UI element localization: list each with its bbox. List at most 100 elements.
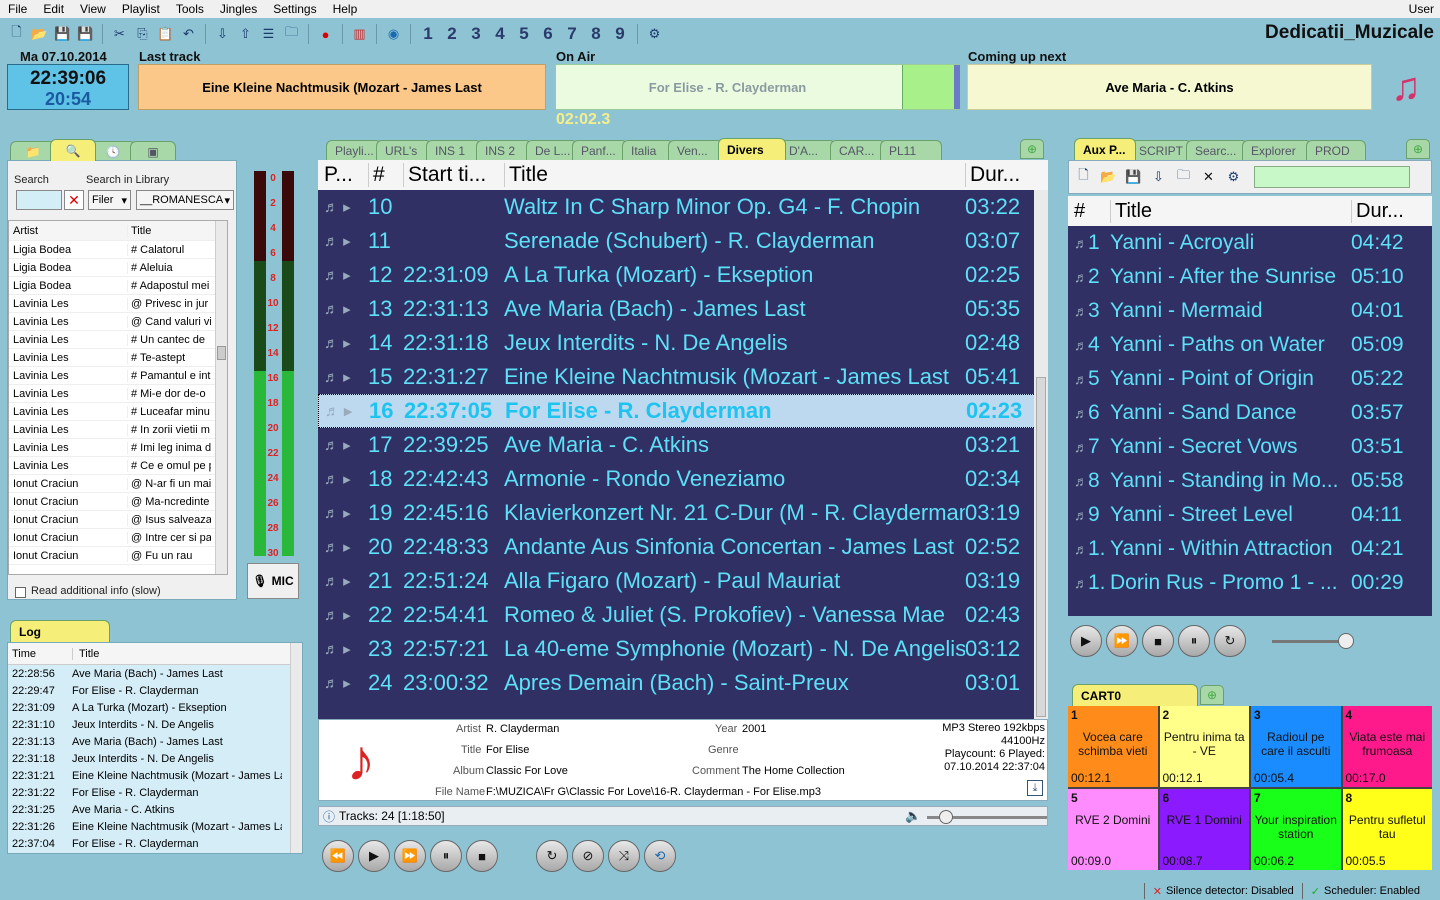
- statistics-icon[interactable]: ▥: [349, 24, 370, 44]
- preset-3-button[interactable]: 3: [465, 24, 487, 44]
- playlist-row[interactable]: ♬ ▸ 13 22:31:13 Ave Maria (Bach) - James La…: [318, 292, 1048, 326]
- playlist-row[interactable]: ♬ ▸ 11 Serenade (Schubert) - R. Clayderman…: [318, 224, 1048, 258]
- library-row[interactable]: Lavinia Les # Pamantul e int: [9, 367, 227, 385]
- download-icon[interactable]: ⤓: [1027, 780, 1043, 796]
- on-air-box[interactable]: For Elise - R. Clayderman: [555, 64, 960, 110]
- new-file-icon[interactable]: 🗋: [6, 24, 27, 44]
- clear-search-icon[interactable]: ✕: [64, 190, 84, 210]
- col-num[interactable]: #: [368, 163, 403, 187]
- playlist-tab[interactable]: INS 2: [476, 140, 532, 160]
- log-row[interactable]: 22:31:09 A La Turka (Mozart) - Ekseption: [8, 699, 302, 716]
- log-row[interactable]: 22:31:21 Eine Kleine Nachtmusik (Mozart -…: [8, 767, 302, 784]
- user-label[interactable]: User: [1409, 2, 1434, 16]
- library-row[interactable]: Ligia Bodea # Aleluia: [9, 259, 227, 277]
- playlist-tab[interactable]: CAR...: [830, 140, 886, 160]
- export-icon[interactable]: ⇧: [235, 24, 256, 44]
- col-artist[interactable]: Artist: [9, 225, 127, 237]
- library-row[interactable]: Lavinia Les # Te-astept: [9, 349, 227, 367]
- aux-tab[interactable]: Searc...: [1186, 140, 1248, 160]
- log-col-time[interactable]: Time: [8, 648, 72, 660]
- aux-row[interactable]: ♬ 4 Yanni - Paths on Water 05:09: [1068, 328, 1432, 362]
- menu-help[interactable]: Help: [325, 2, 366, 16]
- aux-row[interactable]: ♬ 3 Yanni - Mermaid 04:01: [1068, 294, 1432, 328]
- new-file-icon[interactable]: 🗋: [1073, 167, 1094, 187]
- cart-button[interactable]: 5 RVE 2 Domini 00:09.0: [1068, 789, 1158, 870]
- volume-thumb[interactable]: [939, 810, 953, 824]
- open-folder-icon[interactable]: 📂: [29, 24, 50, 44]
- add-aux-tab-icon[interactable]: ⊕: [1406, 139, 1430, 159]
- folder-add-icon[interactable]: 🗀: [281, 24, 302, 44]
- last-track-box[interactable]: Eine Kleine Nachtmusik (Mozart - James L…: [138, 64, 546, 110]
- playlist-row[interactable]: ♬ ▸ 18 22:42:43 Armonie - Rondo Veneziamo 02…: [318, 462, 1048, 496]
- aux-row[interactable]: ♬ 8 Yanni - Standing in Mo... 05:58: [1068, 464, 1432, 498]
- aux-pause-icon[interactable]: ⏸: [1178, 625, 1210, 657]
- log-scrollbar[interactable]: [290, 643, 302, 853]
- col-start-time[interactable]: Start ti...: [403, 163, 504, 187]
- playlist-tab[interactable]: D'A...: [780, 140, 836, 160]
- repeat-icon[interactable]: ↻: [536, 840, 568, 872]
- aux-row[interactable]: ♬ 1 Yanni - Acroyali 04:42: [1068, 226, 1432, 260]
- aux-col-num[interactable]: #: [1068, 200, 1110, 223]
- settings-gear-icon[interactable]: ⚙: [1223, 167, 1244, 187]
- volume-icon[interactable]: 🔈: [905, 808, 921, 824]
- save-all-icon[interactable]: 💾: [75, 24, 96, 44]
- cut-icon[interactable]: ✂: [109, 24, 130, 44]
- log-row[interactable]: 22:29:47 For Elise - R. Clayderman: [8, 682, 302, 699]
- playlist-tab[interactable]: Ven...: [668, 140, 724, 160]
- shuffle-icon[interactable]: ⤨: [608, 840, 640, 872]
- import-icon[interactable]: ⇩: [1148, 167, 1169, 187]
- menu-playlist[interactable]: Playlist: [114, 2, 168, 16]
- library-row[interactable]: Ionut Craciun @ N-ar fi un mai: [9, 475, 227, 493]
- col-title[interactable]: Title: [504, 163, 965, 187]
- log-row[interactable]: 22:28:56 Ave Maria (Bach) - James Last: [8, 665, 302, 682]
- playlist-row[interactable]: ♬ ▸ 10 Waltz In C Sharp Minor Op. G4 - F. …: [318, 190, 1048, 224]
- tab-cart-icon[interactable]: ▣: [130, 141, 176, 161]
- aux-repeat-icon[interactable]: ↻: [1214, 625, 1246, 657]
- playlist-row[interactable]: ♬ ▸ 23 22:57:21 La 40-eme Symphonie (Mozart…: [318, 632, 1048, 666]
- log-row[interactable]: 22:31:10 Jeux Interdits - N. De Angelis: [8, 716, 302, 733]
- col-duration[interactable]: Dur...: [965, 163, 1035, 187]
- library-row[interactable]: Ionut Craciun @ Isus salveaza: [9, 511, 227, 529]
- save-icon[interactable]: 💾: [52, 24, 73, 44]
- log-row[interactable]: 22:31:22 For Elise - R. Clayderman: [8, 784, 302, 801]
- preset-8-button[interactable]: 8: [585, 24, 607, 44]
- cart-button[interactable]: 3 Radioul pe care il asculti 00:05.4: [1251, 706, 1341, 787]
- menu-tools[interactable]: Tools: [168, 2, 212, 16]
- preset-2-button[interactable]: 2: [441, 24, 463, 44]
- playlist-tab[interactable]: De L...: [526, 140, 578, 160]
- aux-col-title[interactable]: Title: [1110, 199, 1351, 223]
- playlist-row[interactable]: ♬ ▸ 12 22:31:09 A La Turka (Mozart) - Eksep…: [318, 258, 1048, 292]
- log-col-title[interactable]: Title: [72, 647, 282, 660]
- library-row[interactable]: Lavinia Les # Mi-e dor de-o: [9, 385, 227, 403]
- add-playlist-icon[interactable]: ⊕: [1020, 139, 1044, 159]
- block-icon[interactable]: ⊘: [572, 840, 604, 872]
- playlist-row[interactable]: ♬ ▸ 15 22:31:27 Eine Kleine Nachtmusik (Moz…: [318, 360, 1048, 394]
- playlist-row[interactable]: ♬ ▸ 19 22:45:16 Klavierkonzert Nr. 21 C-Dur…: [318, 496, 1048, 530]
- library-row[interactable]: Lavinia Les # Imi leg inima d: [9, 439, 227, 457]
- preset-4-button[interactable]: 4: [489, 24, 511, 44]
- playlist-tab[interactable]: Divers: [718, 138, 786, 160]
- log-row[interactable]: 22:31:25 Ave Maria - C. Atkins: [8, 801, 302, 818]
- playlist-row[interactable]: ♬ ▸ 17 22:39:25 Ave Maria - C. Atkins 03:21: [318, 428, 1048, 462]
- read-info-checkbox[interactable]: [15, 587, 26, 598]
- aux-row[interactable]: ♬ 5 Yanni - Point of Origin 05:22: [1068, 362, 1432, 396]
- settings-gear-icon[interactable]: ⚙: [644, 24, 665, 44]
- aux-search-input[interactable]: [1254, 166, 1410, 188]
- playlist-row[interactable]: ♬ ▸ 22 22:54:41 Romeo & Juliet (S. Prokofie…: [318, 598, 1048, 632]
- playlist-tab[interactable]: Playli...: [326, 140, 382, 160]
- library-row[interactable]: Lavinia Les # Ce e omul pe p: [9, 457, 227, 475]
- playlist-row[interactable]: ♬ ▸ 20 22:48:33 Andante Aus Sinfonia Concer…: [318, 530, 1048, 564]
- library-row[interactable]: Ligia Bodea # Adapostul mei: [9, 277, 227, 295]
- undo-icon[interactable]: ↶: [178, 24, 199, 44]
- playlist-row[interactable]: ♬ ▸ 16 22:37:05 For Elise - R. Clayderman 02…: [318, 394, 1048, 428]
- cart-button[interactable]: 1 Vocea care schimba vieti 00:12.1: [1068, 706, 1158, 787]
- log-row[interactable]: 22:37:04 For Elise - R. Clayderman: [8, 835, 302, 852]
- folder-add-icon[interactable]: 🗀: [1173, 167, 1194, 187]
- library-row[interactable]: Lavinia Les # Un cantec de: [9, 331, 227, 349]
- library-scrollbar[interactable]: [215, 221, 227, 574]
- tab-search-icon[interactable]: 🔍: [50, 139, 96, 161]
- silence-detector-status[interactable]: ✕ Silence detector: Disabled: [1143, 883, 1302, 899]
- aux-row[interactable]: ♬ 9 Yanni - Street Level 04:11: [1068, 498, 1432, 532]
- col-p[interactable]: P...: [318, 163, 368, 187]
- playlist-row[interactable]: ♬ ▸ 24 23:00:32 Apres Demain (Bach) - Saint…: [318, 666, 1048, 700]
